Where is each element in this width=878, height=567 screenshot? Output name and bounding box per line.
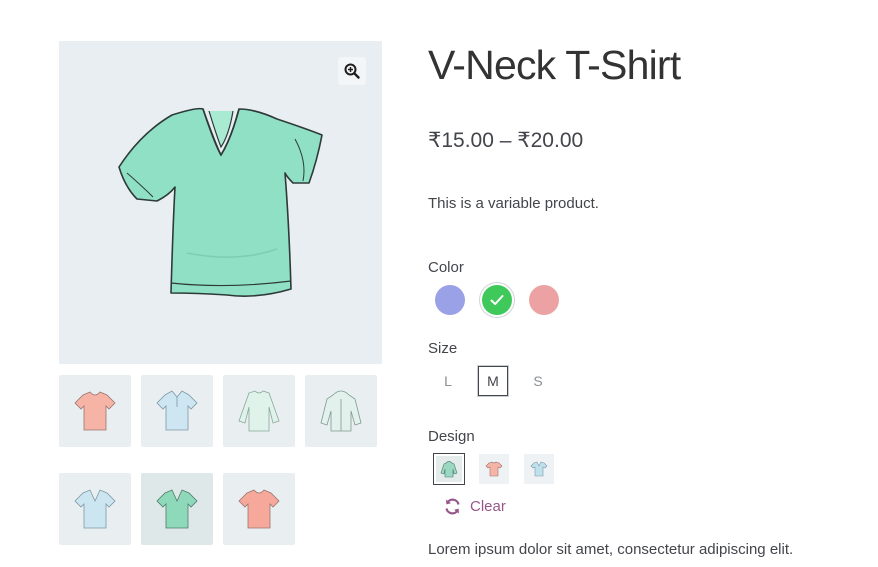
product-short-description: Lorem ipsum dolor sit amet, consectetur …: [428, 541, 794, 558]
design-option-blue-tshirt[interactable]: [524, 454, 554, 484]
gallery-thumbnail[interactable]: [223, 473, 295, 545]
design-label: Design: [428, 428, 475, 445]
vneck-green-image: [156, 489, 198, 529]
gallery-thumbnail[interactable]: [305, 375, 377, 447]
size-option-s[interactable]: S: [523, 366, 553, 396]
tshirt-pink-image: [74, 391, 116, 431]
gallery-thumbnail[interactable]: [223, 375, 295, 447]
hoodie-green-image: [320, 390, 362, 432]
tshirt-pink-image: [485, 461, 503, 477]
gallery-thumbnail-active[interactable]: [141, 473, 213, 545]
size-option-l[interactable]: L: [433, 366, 463, 396]
long-sleeve-green-image: [238, 390, 280, 432]
design-option-hoodie[interactable]: [433, 453, 465, 485]
zoom-button[interactable]: [338, 57, 366, 85]
zoom-in-icon: [344, 63, 360, 79]
gallery-thumbnail[interactable]: [141, 375, 213, 447]
vneck-blue-image: [74, 489, 116, 529]
hoodie-green-image: [440, 461, 458, 478]
main-product-image[interactable]: [59, 41, 382, 364]
product-summary: V-Neck T-Shirt ₹15.00 – ₹20.00 This is a…: [428, 0, 868, 567]
gallery-thumbnail[interactable]: [59, 473, 131, 545]
polo-blue-image: [156, 390, 198, 431]
refresh-icon: [445, 498, 460, 515]
product-description: This is a variable product.: [428, 195, 599, 212]
clear-selection-link[interactable]: Clear: [444, 498, 506, 515]
color-swatch-red[interactable]: [529, 285, 559, 315]
color-label: Color: [428, 259, 464, 276]
product-price: ₹15.00 – ₹20.00: [428, 129, 584, 152]
vneck-tshirt-image: [118, 107, 323, 297]
color-swatch-blue[interactable]: [435, 285, 465, 315]
design-option-pink-tshirt[interactable]: [479, 454, 509, 484]
clear-label: Clear: [470, 498, 506, 515]
size-option-m[interactable]: M: [478, 366, 508, 396]
tshirt-blue-image: [530, 461, 548, 477]
color-swatch-green[interactable]: [482, 285, 512, 315]
tshirt-pink-image: [238, 489, 280, 529]
product-title: V-Neck T-Shirt: [428, 42, 681, 88]
gallery-thumbnail[interactable]: [59, 375, 131, 447]
check-icon: [482, 285, 512, 315]
size-label: Size: [428, 340, 458, 357]
